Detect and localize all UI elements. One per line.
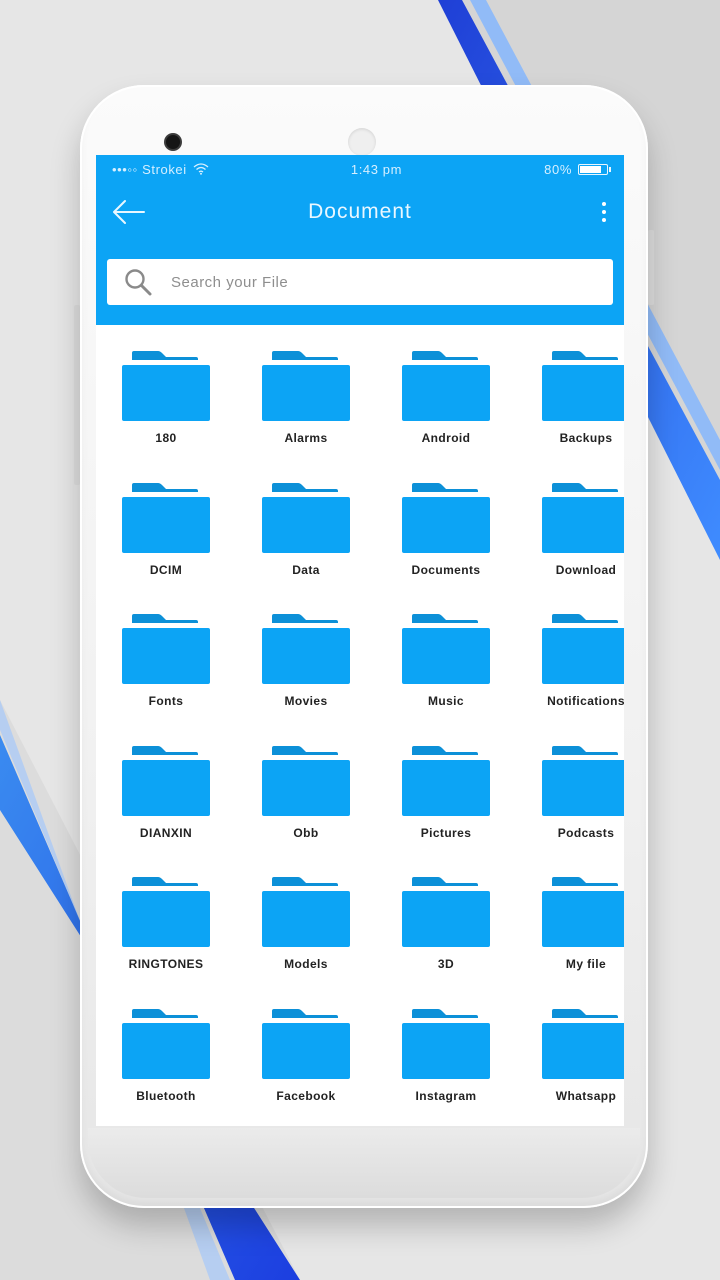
- back-button[interactable]: [110, 197, 148, 227]
- folder-item[interactable]: Data: [236, 482, 376, 615]
- folder-icon: [542, 877, 624, 947]
- folder-icon: [122, 614, 210, 684]
- more-vert-icon-dot: [602, 210, 606, 214]
- arrow-left-icon: [113, 200, 145, 224]
- folder-label: Facebook: [276, 1088, 336, 1103]
- search-icon: [125, 269, 152, 296]
- app-screen: •••◦◦ Strokei 1:43 pm 80% Document Searc…: [96, 155, 624, 1126]
- folder-icon: [262, 877, 350, 947]
- folder-label: Android: [421, 431, 471, 445]
- folder-label: Data: [292, 562, 320, 577]
- folder-item[interactable]: DCIM: [96, 482, 236, 615]
- folder-icon: [262, 1008, 350, 1079]
- folder-item[interactable]: Backups: [516, 351, 624, 483]
- folder-icon: [402, 877, 490, 947]
- folder-item[interactable]: My file: [516, 877, 624, 1009]
- app-bar: Document: [96, 183, 624, 241]
- phone-side-button-right: [648, 230, 654, 305]
- folder-icon: [262, 614, 350, 684]
- folder-label: DCIM: [149, 562, 183, 577]
- folder-label: Backups: [559, 431, 613, 445]
- page-title: Document: [308, 200, 412, 223]
- folder-icon: [262, 745, 350, 816]
- folder-icon: [262, 482, 350, 553]
- folder-item[interactable]: DIANXIN: [96, 745, 236, 878]
- battery-percent: 80%: [544, 161, 572, 177]
- carrier-label: •••◦◦ Strokei: [112, 161, 187, 177]
- folder-label: Fonts: [148, 694, 184, 708]
- folder-icon: [402, 745, 490, 816]
- folder-label: Obb: [293, 825, 319, 840]
- folder-label: Pictures: [420, 825, 472, 840]
- folder-icon: [122, 351, 210, 421]
- folder-icon: [122, 745, 210, 816]
- folder-icon: [122, 1008, 210, 1079]
- folder-label: RINGTONES: [128, 957, 204, 971]
- battery-icon: [577, 163, 611, 175]
- folder-icon: [402, 1008, 490, 1079]
- folder-label: Bluetooth: [136, 1088, 196, 1103]
- folder-label: DIANXIN: [139, 825, 193, 840]
- folder-label: 3D: [437, 957, 455, 971]
- folder-item[interactable]: Instagram: [376, 1008, 516, 1127]
- folder-icon: [402, 351, 490, 421]
- folder-icon: [542, 745, 624, 816]
- folder-icon: [542, 614, 624, 684]
- folder-label: Alarms: [284, 431, 328, 445]
- more-vert-icon-dot: [602, 218, 606, 222]
- folder-icon: [402, 482, 490, 553]
- folder-icon: [122, 877, 210, 947]
- folder-icon: [542, 1008, 624, 1079]
- status-time: 1:43 pm: [350, 161, 403, 177]
- folder-item[interactable]: Android: [376, 351, 516, 483]
- folder-icon: [402, 614, 490, 684]
- folder-icon: [262, 351, 350, 421]
- folder-item[interactable]: Fonts: [96, 614, 236, 746]
- folder-label: Movies: [284, 694, 328, 708]
- folder-label: 180: [155, 431, 177, 445]
- folder-label: Notifications: [547, 694, 624, 708]
- folder-label: Instagram: [415, 1088, 477, 1103]
- folder-label: Documents: [411, 562, 481, 577]
- folder-label: My file: [565, 957, 607, 971]
- folder-grid: 180 Alarms Android Backups DCIM Data Doc…: [96, 325, 624, 1126]
- folder-label: Podcasts: [557, 825, 615, 840]
- folder-item[interactable]: 3D: [376, 877, 516, 1009]
- folder-item[interactable]: Obb: [236, 745, 376, 878]
- folder-icon: [122, 482, 210, 553]
- folder-label: Download: [555, 562, 617, 577]
- folder-item[interactable]: Whatsapp: [516, 1008, 624, 1127]
- search-bar: [96, 241, 624, 325]
- folder-item[interactable]: Models: [236, 877, 376, 1009]
- folder-item[interactable]: Movies: [236, 614, 376, 746]
- folder-label: Music: [427, 694, 464, 708]
- search-box[interactable]: [107, 259, 613, 305]
- folder-item[interactable]: Bluetooth: [96, 1008, 236, 1127]
- folder-icon: [542, 482, 624, 553]
- phone-chin: [88, 1128, 640, 1198]
- folder-item[interactable]: Facebook: [236, 1008, 376, 1127]
- folder-item[interactable]: Pictures: [376, 745, 516, 878]
- more-vert-icon-dot: [602, 202, 606, 206]
- overflow-menu-button[interactable]: [594, 196, 614, 228]
- folder-label: Models: [284, 957, 328, 971]
- front-camera: [166, 135, 180, 149]
- proximity-sensor: [348, 128, 376, 156]
- folder-item[interactable]: Podcasts: [516, 745, 624, 878]
- folder-label: Whatsapp: [555, 1088, 617, 1103]
- folder-item[interactable]: Music: [376, 614, 516, 746]
- status-bar: •••◦◦ Strokei 1:43 pm 80%: [96, 155, 624, 183]
- battery-level-fill: [579, 165, 601, 173]
- folder-item[interactable]: Download: [516, 482, 624, 615]
- folder-item[interactable]: 180: [96, 351, 236, 483]
- folder-icon: [542, 351, 624, 421]
- folder-item[interactable]: RINGTONES: [96, 877, 236, 1009]
- folder-item[interactable]: Notifications: [516, 614, 624, 746]
- search-input[interactable]: [171, 259, 613, 305]
- wifi-icon: [193, 163, 209, 175]
- folder-item[interactable]: Documents: [376, 482, 516, 615]
- folder-item[interactable]: Alarms: [236, 351, 376, 483]
